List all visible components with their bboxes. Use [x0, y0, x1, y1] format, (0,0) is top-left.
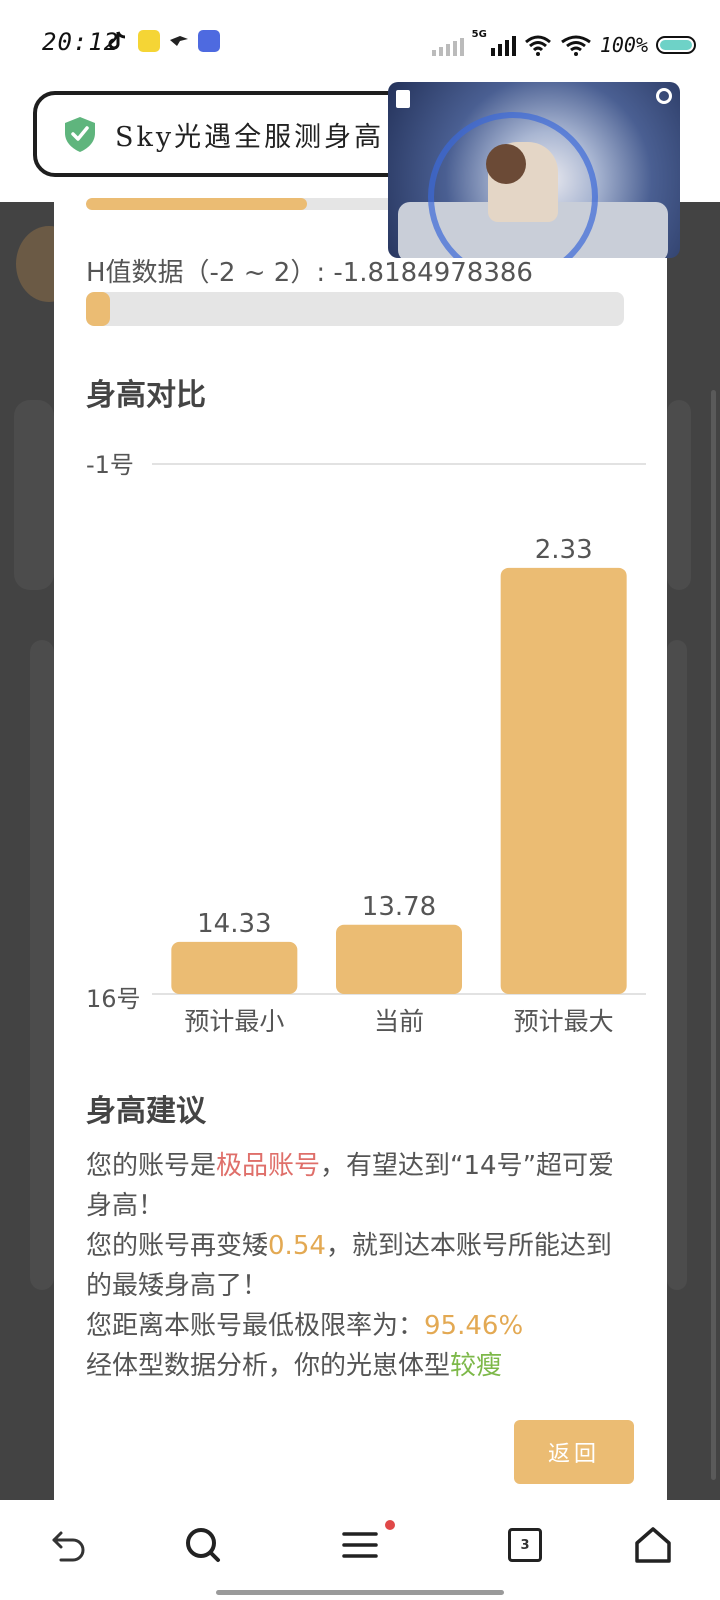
bottom-navigation: 3 [0, 1500, 720, 1600]
background-card [667, 640, 687, 1290]
bar-2 [336, 924, 462, 994]
status-bar: 20:12 5G 100% [0, 0, 720, 88]
gear-icon[interactable] [656, 88, 672, 104]
y-tick-label-top: -1号 [86, 451, 134, 479]
chart-svg: -1号 16号 14.33 预计最小 13.78 当前 2.33 预计最大 [86, 451, 646, 1036]
x-category-label-3: 预计最大 [514, 1007, 614, 1036]
account-grade: 极品账号 [216, 1151, 321, 1181]
shrink-value: 0.54 [268, 1231, 326, 1261]
tabs-icon: 3 [508, 1528, 542, 1562]
x-category-label-2: 当前 [374, 1007, 424, 1036]
height-result-modal: H值数据（-2 ~ 2）: -1.8184978386 身高对比 -1号 16号 1… [54, 198, 667, 1500]
back-icon [52, 1531, 85, 1562]
background-scrollbar [711, 390, 716, 1480]
battery-icon [656, 36, 696, 54]
bar-value-label-3: 2.33 [535, 535, 593, 565]
card-icon [396, 90, 410, 108]
wifi-icon [524, 35, 551, 56]
return-button[interactable]: 返回 [514, 1420, 634, 1484]
battery-percent: 100% [599, 33, 648, 57]
y-tick-label-bottom: 16号 [86, 985, 141, 1013]
menu-icon [342, 1532, 378, 1558]
background-card [30, 640, 54, 1290]
page-title: Sky光遇全服测身高 [115, 121, 385, 153]
background-card [667, 400, 691, 590]
nav-back[interactable] [44, 1520, 94, 1570]
h-value-fill [86, 292, 111, 326]
shield-check-icon [65, 117, 95, 152]
home-icon [635, 1527, 671, 1563]
bar-3 [500, 567, 627, 994]
advice-title: 身高建议 [86, 1094, 206, 1129]
tiktok-icon [108, 31, 126, 50]
nav-home[interactable] [628, 1520, 678, 1570]
advice-line-1: 您的账号是极品账号，有望达到“14号”超可爱身高！ [86, 1151, 615, 1221]
home-indicator [216, 1590, 504, 1595]
x-category-label-1: 预计最小 [184, 1007, 284, 1036]
background-card [14, 400, 54, 590]
bar-1 [171, 941, 298, 994]
signal-weak-icon [431, 34, 464, 56]
body-type: 较瘦 [450, 1351, 503, 1381]
advice-line-2: 您的账号再变矮0.54，就到达本账号所能达到的最矮身高了！ [86, 1231, 612, 1301]
limit-rate: 95.46% [424, 1311, 524, 1341]
advice-text: 您的账号是极品账号，有望达到“14号”超可爱身高！ 您的账号再变矮0.54，就到… [86, 1146, 616, 1386]
bird-icon [170, 36, 188, 46]
height-comparison-chart: -1号 16号 14.33 预计最小 13.78 当前 2.33 预计最大 [86, 451, 646, 1052]
search-icon [186, 1528, 220, 1562]
floating-video-window[interactable] [388, 82, 680, 258]
notification-dot [385, 1520, 395, 1530]
network-type: 5G [471, 29, 487, 40]
signal-strong-icon [490, 34, 516, 56]
status-indicators: 5G 100% [431, 29, 696, 60]
advice-line-3: 您距离本账号最低极限率为：95.46% [86, 1311, 524, 1341]
nav-tabs[interactable]: 3 [500, 1520, 550, 1570]
wifi-icon-2 [560, 35, 591, 56]
advice-line-4: 经体型数据分析，你的光崽体型较瘦 [86, 1351, 503, 1381]
bar-value-label-1: 14.33 [197, 909, 271, 939]
app-notification-icon [138, 30, 160, 52]
top-progress-fill [86, 198, 307, 210]
message-app-icon [198, 30, 220, 52]
h-value-track [86, 292, 624, 326]
video-character-hair [486, 144, 526, 184]
comparison-title: 身高对比 [86, 378, 206, 413]
nav-search[interactable] [178, 1520, 228, 1570]
nav-menu[interactable] [335, 1520, 395, 1570]
bar-value-label-2: 13.78 [362, 892, 436, 922]
